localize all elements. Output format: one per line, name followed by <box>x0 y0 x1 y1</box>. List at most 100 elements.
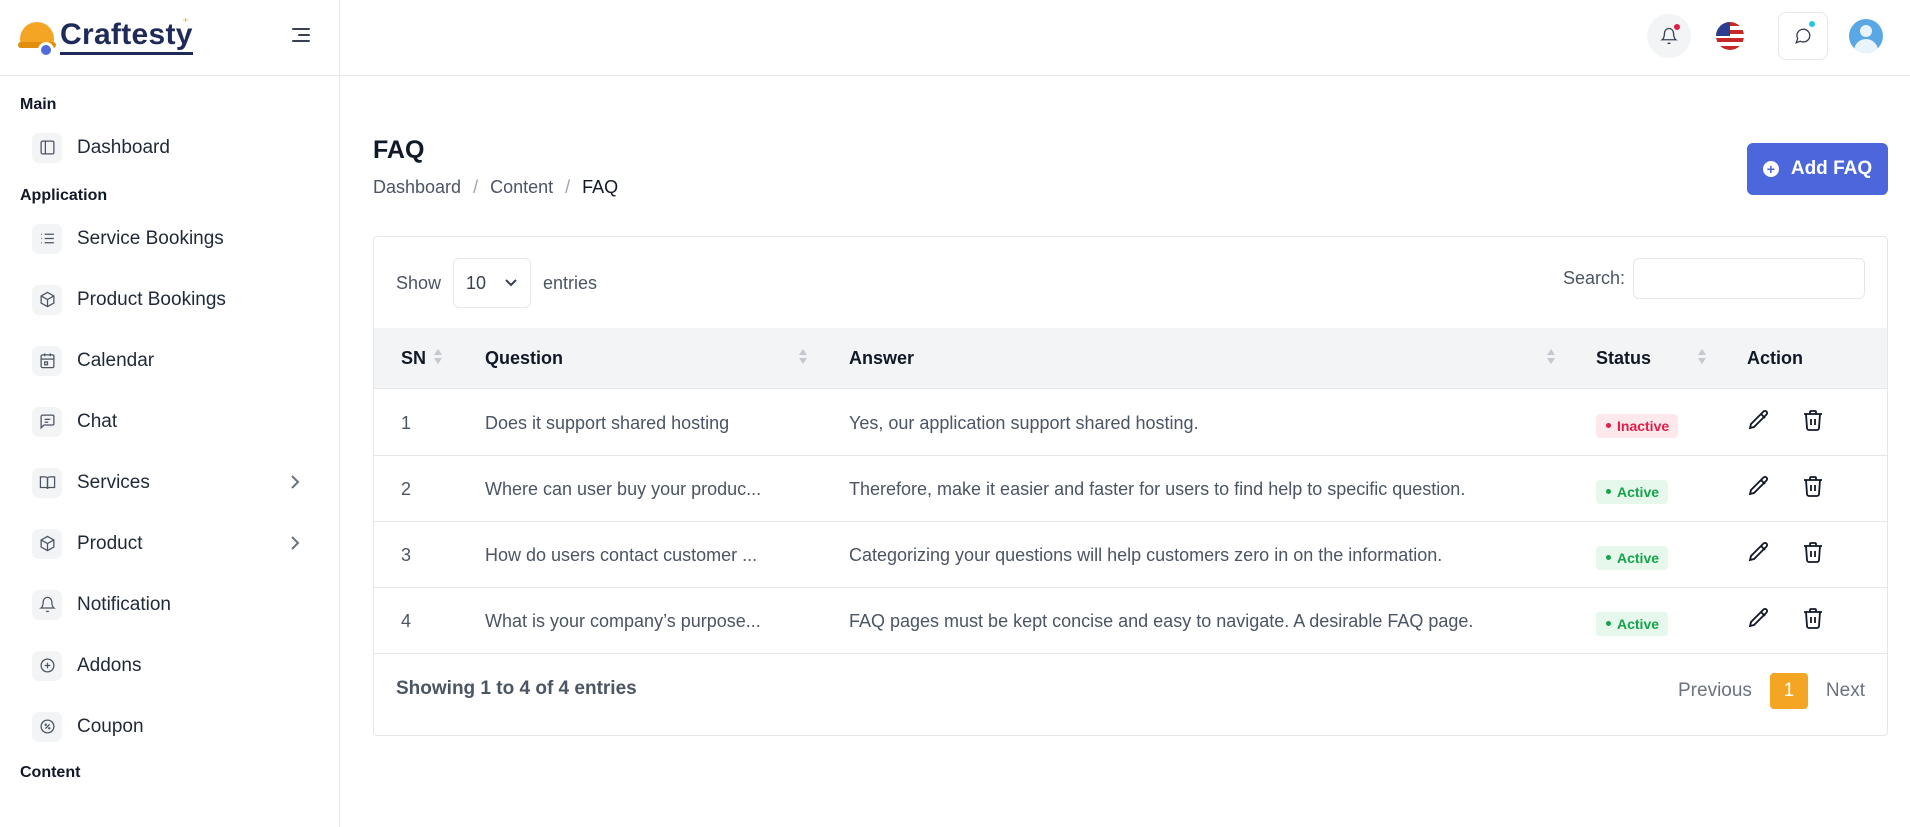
message-dot <box>1807 19 1817 29</box>
cell-answer: FAQ pages must be kept concise and easy … <box>849 611 1474 631</box>
table-row: 4 What is your company’s purpose... FAQ … <box>374 588 1887 654</box>
sidebar-item-service-bookings[interactable]: Service Bookings <box>0 208 339 269</box>
chevron-right-icon <box>290 474 300 490</box>
sparkle-icon: ⁺ <box>182 14 190 30</box>
sidebar-item-label: Service Bookings <box>77 227 224 249</box>
app-name: Craftesty <box>60 20 193 55</box>
sidebar-item-label: Notification <box>77 593 171 615</box>
sort-icon[interactable] <box>1547 349 1555 367</box>
sidebar-item-services[interactable]: Services <box>0 452 339 513</box>
cell-question: What is your company’s purpose... <box>485 611 761 631</box>
status-badge: Active <box>1596 480 1669 504</box>
delete-icon[interactable] <box>1801 474 1827 500</box>
search-control: Search: <box>1563 258 1865 299</box>
sidebar-item-label: Addons <box>77 654 142 676</box>
sort-icon[interactable] <box>799 349 807 367</box>
sidebar-item-chat[interactable]: Chat <box>0 391 339 452</box>
sidebar-item-label: Calendar <box>77 349 155 371</box>
plus-circle-icon <box>32 650 62 681</box>
message-icon <box>32 406 62 437</box>
delete-icon[interactable] <box>1801 540 1827 566</box>
notification-button[interactable] <box>1647 14 1691 58</box>
cell-sn: 1 <box>401 413 412 433</box>
us-flag-icon <box>1716 22 1744 50</box>
sidebar-item-product-bookings[interactable]: Product Bookings <box>0 269 339 330</box>
faq-table-card: Show 10 entries Search: SN Question Answ… <box>373 236 1888 736</box>
calendar-icon <box>32 345 62 376</box>
sidebar: Craftesty ⁺ Main Dashboard Application S… <box>0 0 340 827</box>
add-faq-label: Add FAQ <box>1790 158 1873 179</box>
sort-icon[interactable] <box>434 349 442 367</box>
nav-section-content: Content <box>20 764 81 781</box>
entries-select[interactable]: 10 <box>453 258 532 308</box>
search-input[interactable] <box>1633 258 1865 299</box>
sidebar-item-label: Dashboard <box>77 136 170 158</box>
sidebar-item-label: Product Bookings <box>77 288 226 310</box>
column-header-sn[interactable]: SN <box>401 328 426 389</box>
menu-toggle-icon[interactable] <box>292 28 310 44</box>
table-row: 1 Does it support shared hosting Yes, ou… <box>374 390 1887 456</box>
sidebar-item-label: Services <box>77 471 150 493</box>
column-header-status[interactable]: Status <box>1596 328 1651 389</box>
column-header-question[interactable]: Question <box>485 328 563 389</box>
next-button[interactable]: Next <box>1826 680 1865 702</box>
sidebar-item-dashboard[interactable]: Dashboard <box>0 117 339 178</box>
page-title: FAQ <box>373 136 425 164</box>
status-badge: Inactive <box>1596 414 1679 438</box>
entries-value: 10 <box>466 272 487 293</box>
cell-sn: 2 <box>401 479 412 499</box>
sidebar-item-label: Chat <box>77 410 118 432</box>
delete-icon[interactable] <box>1801 606 1827 632</box>
logo-area: Craftesty ⁺ <box>0 0 339 76</box>
breadcrumb-separator: / <box>473 177 479 197</box>
cell-sn: 4 <box>401 611 412 631</box>
entries-control: Show 10 entries <box>396 258 597 308</box>
language-button[interactable] <box>1708 14 1752 58</box>
sidebar-item-label: Coupon <box>77 715 144 737</box>
notification-dot <box>1672 22 1682 32</box>
chevron-down-icon <box>505 279 517 287</box>
cell-answer: Yes, our application support shared host… <box>849 413 1199 433</box>
messages-button[interactable] <box>1778 12 1828 60</box>
cell-answer: Therefore, make it easier and faster for… <box>849 479 1466 499</box>
sidebar-item-notification[interactable]: Notification <box>0 574 339 635</box>
page-1-button[interactable]: 1 <box>1769 673 1808 709</box>
breadcrumb: Dashboard / Content / FAQ <box>373 177 618 198</box>
user-avatar-button[interactable] <box>1844 14 1888 58</box>
edit-icon[interactable] <box>1747 540 1773 566</box>
edit-icon[interactable] <box>1747 408 1773 434</box>
column-header-answer[interactable]: Answer <box>849 328 914 389</box>
book-icon <box>32 467 62 498</box>
chevron-right-icon <box>290 535 300 551</box>
cell-sn: 3 <box>401 545 412 565</box>
bell-icon <box>32 589 62 620</box>
nav-section-main: Main <box>20 96 57 113</box>
sidebar-item-coupon[interactable]: Coupon <box>0 696 339 757</box>
avatar <box>1849 19 1883 53</box>
delete-icon[interactable] <box>1801 408 1827 434</box>
edit-icon[interactable] <box>1747 474 1773 500</box>
breadcrumb-dashboard[interactable]: Dashboard <box>373 177 461 198</box>
table-header: SN Question Answer Status Action <box>374 328 1887 389</box>
breadcrumb-separator: / <box>565 177 571 197</box>
breadcrumb-current: FAQ <box>582 177 619 197</box>
sidebar-item-addons[interactable]: Addons <box>0 635 339 696</box>
percent-icon <box>32 711 62 742</box>
topbar <box>340 0 1910 76</box>
edit-icon[interactable] <box>1747 606 1773 632</box>
logo-icon <box>18 18 56 58</box>
add-faq-button[interactable]: + Add FAQ <box>1747 143 1888 195</box>
sidebar-item-product[interactable]: Product <box>0 513 339 574</box>
status-badge: Active <box>1596 612 1669 636</box>
cell-question: Where can user buy your produc... <box>485 479 762 499</box>
sidebar-item-calendar[interactable]: Calendar <box>0 330 339 391</box>
sort-icon[interactable] <box>1698 349 1706 367</box>
table-row: 2 Where can user buy your produc... Ther… <box>374 456 1887 522</box>
chat-icon <box>1795 28 1811 44</box>
breadcrumb-content[interactable]: Content <box>490 177 553 198</box>
entries-info: Showing 1 to 4 of 4 entries <box>396 678 637 699</box>
layout-icon <box>32 132 62 163</box>
sidebar-item-label: Product <box>77 532 143 554</box>
previous-button[interactable]: Previous <box>1678 680 1752 702</box>
nav-section-application: Application <box>20 187 108 204</box>
